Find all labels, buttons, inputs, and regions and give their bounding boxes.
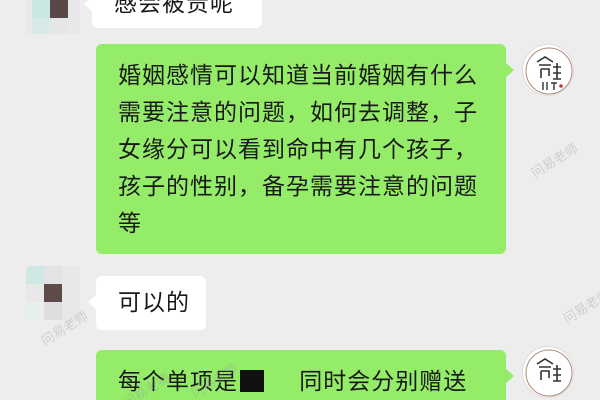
message-text-line: 孩子的性别，备孕需要注意的问题 [118, 174, 478, 200]
bubble-tail [84, 0, 93, 12]
message-text-line: 每个单项是 同时会分别赠送 [118, 364, 506, 400]
bubble-tail [505, 368, 514, 384]
user-avatar[interactable] [522, 44, 574, 96]
message-bubble-received[interactable]: 可以的 [88, 276, 206, 330]
calligraphy-logo-icon [525, 47, 573, 95]
watermark-text: 问易老师 [529, 141, 582, 182]
message-text: 感会被贵呢 [114, 0, 234, 17]
redacted-block [240, 370, 264, 392]
message-text-line: 婚姻感情可以知道当前婚姻有什么 [118, 63, 478, 89]
message-text-suffix: 同时会分别赠送 [299, 369, 468, 395]
message-bubble-sent[interactable]: 婚姻感情可以知道当前婚姻有什么 需要注意的问题，如何去调整，子 女缘分可以看到命… [96, 44, 514, 254]
watermark-text: 问易老师 [561, 287, 600, 328]
chat-window: 感会被贵呢 婚姻感情可以知道当前婚姻有什么 需要注意的问题，如何去调整，子 女缘… [0, 0, 600, 400]
contact-avatar[interactable] [26, 0, 80, 34]
message-text: 可以的 [118, 290, 190, 316]
message-text-line: 需要注意的问题，如何去调整，子 [118, 100, 478, 126]
calligraphy-logo-icon [525, 349, 573, 397]
message-text-prefix: 每个单项是 [118, 369, 238, 395]
message-text-line: 女缘分可以看到命中有几个孩子， [118, 137, 478, 163]
message-bubble-sent[interactable]: 每个单项是 同时会分别赠送 [96, 350, 514, 400]
bubble-tail [88, 294, 97, 310]
message-spacer [266, 369, 299, 395]
bubble-tail [505, 62, 514, 78]
user-avatar[interactable] [522, 346, 574, 398]
message-bubble-received[interactable]: 感会被贵呢 [84, 0, 262, 28]
message-text-line: 等 [118, 211, 142, 237]
contact-avatar[interactable] [26, 266, 80, 320]
